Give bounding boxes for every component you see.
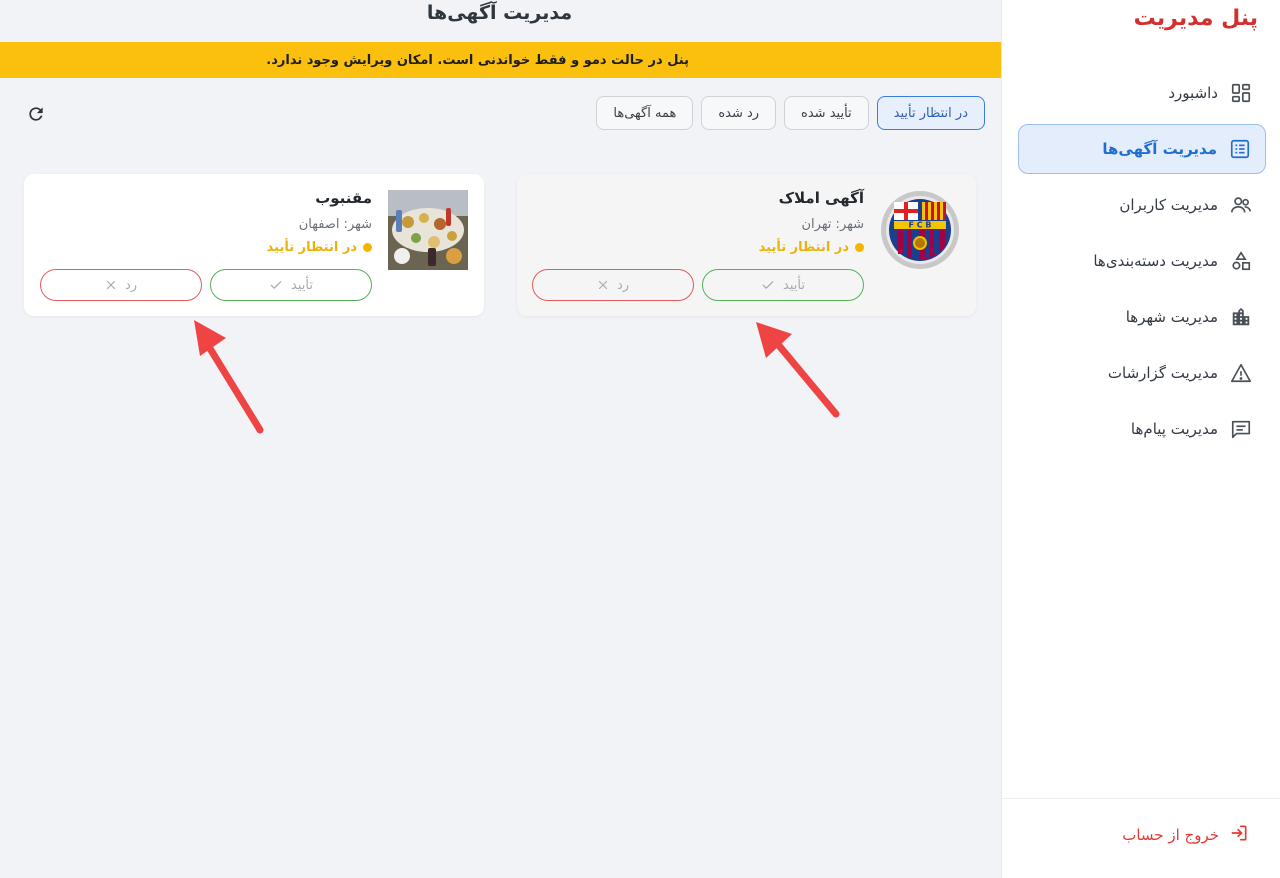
dashboard-icon	[1230, 82, 1252, 104]
filter-pending-button[interactable]: در انتظار تأیید	[876, 96, 985, 130]
demo-banner: پنل در حالت دمو و فقط خواندنی است. امکان…	[0, 42, 1001, 78]
brand-title: پنل مدیریت	[1133, 6, 1258, 31]
status-text: در انتظار تأیید	[266, 240, 357, 255]
logout-icon	[1229, 823, 1249, 847]
sidebar-item-ads[interactable]: مدیریت آگهی‌ها	[1018, 124, 1266, 174]
status-dot-icon	[363, 243, 372, 252]
close-icon	[598, 280, 608, 290]
categories-icon	[1230, 250, 1252, 272]
sidebar-item-reports[interactable]: مدیریت گزارشات	[1018, 348, 1266, 398]
filter-all-button[interactable]: همه آگهی‌ها	[596, 96, 694, 130]
ad-card: مقنبوب شهر: اصفهان در انتظار تأیید تأیید…	[24, 174, 484, 316]
warning-icon	[1230, 362, 1252, 384]
close-icon	[106, 280, 116, 290]
approve-button[interactable]: تأیید	[702, 269, 864, 301]
sidebar-item-categories[interactable]: مدیریت دسته‌بندی‌ها	[1018, 236, 1266, 286]
city-icon	[1230, 306, 1252, 328]
filter-tabs: در انتظار تأیید تأیید شده رد شده همه آگه…	[596, 96, 985, 130]
approve-label: تأیید	[291, 277, 313, 293]
sidebar-item-cities[interactable]: مدیریت شهرها	[1018, 292, 1266, 342]
annotation-arrow-icon	[194, 320, 264, 434]
sidebar-footer: خروج از حساب	[1002, 798, 1280, 878]
approve-label: تأیید	[783, 277, 805, 293]
sidebar: پنل مدیریت داشبورد مدیریت آگهی‌ها مدیریت…	[1001, 0, 1280, 878]
fcb-logo-text: F C B	[908, 221, 931, 230]
sidebar-item-label: مدیریت شهرها	[1125, 308, 1218, 326]
ad-city: شهر: تهران	[801, 217, 864, 232]
sidebar-item-messages[interactable]: مدیریت پیام‌ها	[1018, 404, 1266, 454]
sidebar-item-users[interactable]: مدیریت کاربران	[1018, 180, 1266, 230]
approve-button[interactable]: تأیید	[210, 269, 372, 301]
admin-app: مدیریت آگهی‌ها پنل در حالت دمو و فقط خوا…	[0, 0, 1280, 878]
ad-title: آگهی املاک	[778, 189, 864, 207]
sidebar-item-label: مدیریت دسته‌بندی‌ها	[1093, 252, 1218, 270]
list-icon	[1229, 138, 1251, 160]
ad-title: مقنبوب	[315, 189, 372, 207]
status-badge: در انتظار تأیید	[267, 240, 372, 255]
page-title: مدیریت آگهی‌ها	[0, 0, 1001, 26]
sidebar-item-label: مدیریت آگهی‌ها	[1102, 140, 1217, 158]
main-content: مدیریت آگهی‌ها پنل در حالت دمو و فقط خوا…	[0, 0, 1001, 878]
ad-thumbnail-fcb-logo: F C B	[880, 190, 960, 270]
logout-label: خروج از حساب	[1122, 826, 1219, 844]
status-badge: در انتظار تأیید	[759, 240, 864, 255]
check-icon	[762, 281, 774, 289]
sidebar-item-label: مدیریت گزارشات	[1107, 364, 1218, 382]
users-icon	[1230, 194, 1252, 216]
reject-label: رد	[124, 277, 138, 293]
ad-thumbnail-food-photo	[388, 190, 468, 270]
filter-rejected-button[interactable]: رد شده	[701, 96, 777, 130]
ad-card: F C B آگهی املاک شهر: تهران در انتظار تأ…	[517, 174, 976, 316]
sidebar-nav: داشبورد مدیریت آگهی‌ها مدیریت کاربران مد…	[1018, 68, 1266, 460]
check-icon	[270, 281, 282, 289]
reject-button[interactable]: رد	[40, 269, 202, 301]
ad-city: شهر: اصفهان	[298, 217, 372, 232]
filter-approved-button[interactable]: تأیید شده	[784, 96, 869, 130]
sidebar-item-dashboard[interactable]: داشبورد	[1018, 68, 1266, 118]
reject-button[interactable]: رد	[532, 269, 694, 301]
sidebar-item-label: مدیریت پیام‌ها	[1130, 420, 1218, 438]
sidebar-item-label: مدیریت کاربران	[1119, 196, 1218, 214]
annotation-arrow-icon	[756, 322, 840, 418]
page-title-text: مدیریت آگهی‌ها	[426, 2, 573, 24]
reject-label: رد	[616, 277, 630, 293]
status-dot-icon	[855, 243, 864, 252]
demo-banner-text: پنل در حالت دمو و فقط خواندنی است. امکان…	[266, 52, 689, 68]
refresh-icon[interactable]	[25, 103, 47, 125]
status-text: در انتظار تأیید	[758, 240, 849, 255]
sidebar-item-label: داشبورد	[1168, 84, 1218, 102]
message-icon	[1230, 418, 1252, 440]
logout-button[interactable]: خروج از حساب	[1122, 823, 1249, 847]
